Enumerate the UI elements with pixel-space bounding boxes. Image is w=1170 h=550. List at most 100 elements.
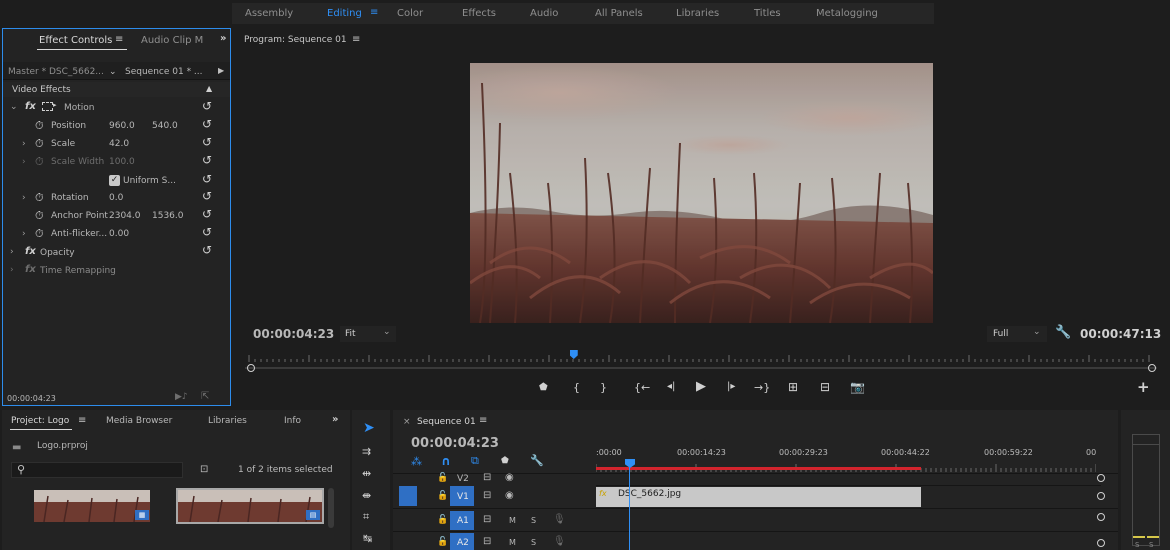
- collapse-up-icon[interactable]: ▲: [206, 84, 212, 93]
- stopwatch-icon[interactable]: ⏱: [35, 137, 44, 151]
- uniform-scale-checkbox[interactable]: ✓: [109, 175, 120, 186]
- lift-icon[interactable]: ⊞: [788, 381, 798, 393]
- project-search-input[interactable]: ⚲: [11, 462, 183, 478]
- timeline-clip[interactable]: fx DSC_5662.jpg: [596, 487, 921, 507]
- master-clip-selector[interactable]: Master * DSC_5662...: [8, 67, 104, 77]
- scale-value[interactable]: 42.0: [109, 139, 129, 149]
- anchor-y-value[interactable]: 1536.0: [152, 211, 184, 221]
- vertical-zoom-handle[interactable]: [1097, 492, 1105, 500]
- toggle-sync-icon[interactable]: ⊟: [483, 536, 491, 547]
- quality-dropdown[interactable]: Full ⌄: [987, 326, 1047, 342]
- reset-icon[interactable]: ↺: [202, 117, 212, 131]
- effect-controls-tab[interactable]: Effect Controls: [39, 35, 112, 46]
- track-select-tool-icon[interactable]: ⇉: [362, 446, 371, 457]
- workspace-tab-titles[interactable]: Titles: [754, 8, 781, 19]
- panel-menu-icon[interactable]: ≡: [78, 415, 86, 426]
- chevron-down-icon[interactable]: ⌄: [109, 67, 117, 77]
- step-forward-icon[interactable]: |▸: [727, 382, 735, 392]
- program-monitor-tab[interactable]: Program: Sequence 01: [244, 35, 347, 45]
- lock-icon[interactable]: 🔓: [437, 473, 448, 483]
- microphone-icon[interactable]: 🎙: [553, 536, 566, 547]
- reset-icon[interactable]: ↺: [202, 225, 212, 239]
- workspace-tab-assembly[interactable]: Assembly: [245, 8, 293, 19]
- sequence-tab[interactable]: Sequence 01: [417, 417, 476, 427]
- nest-toggle-icon[interactable]: ⁂: [411, 456, 422, 467]
- expand-chevron-icon[interactable]: ›: [22, 193, 26, 203]
- linked-selection-icon[interactable]: ⧉: [471, 455, 479, 466]
- vertical-zoom-handle[interactable]: [1097, 474, 1105, 482]
- project-thumbnail[interactable]: [34, 490, 150, 522]
- program-time-ruler[interactable]: [245, 350, 1157, 364]
- go-to-in-icon[interactable]: {←: [634, 382, 650, 393]
- expand-chevron-icon[interactable]: ›: [22, 139, 26, 149]
- timeline-timecode[interactable]: 00:00:04:23: [411, 436, 499, 451]
- play-arrow-icon[interactable]: ▶: [218, 66, 224, 75]
- program-timecode[interactable]: 00:00:04:23: [253, 327, 334, 341]
- panel-menu-icon[interactable]: ≡: [115, 34, 123, 45]
- solo-button[interactable]: S: [531, 538, 536, 547]
- workspace-menu-icon[interactable]: ≡: [370, 7, 378, 18]
- lock-icon[interactable]: 🔓: [437, 515, 448, 525]
- reset-icon[interactable]: ↺: [202, 153, 212, 167]
- stopwatch-icon[interactable]: ⏱: [35, 227, 44, 241]
- zoom-fit-dropdown[interactable]: Fit ⌄: [340, 326, 396, 342]
- position-y-value[interactable]: 540.0: [152, 121, 178, 131]
- position-x-value[interactable]: 960.0: [109, 121, 135, 131]
- play-audio-icon[interactable]: ▶♪: [175, 392, 188, 402]
- microphone-icon[interactable]: 🎙: [553, 514, 566, 525]
- track-label-a2[interactable]: A2: [457, 538, 469, 548]
- mark-in-icon[interactable]: {: [573, 382, 580, 393]
- workspace-tab-all-panels[interactable]: All Panels: [595, 8, 643, 19]
- slip-tool-icon[interactable]: ↹: [363, 533, 372, 544]
- mute-button[interactable]: M: [509, 538, 516, 547]
- workspace-tab-effects[interactable]: Effects: [462, 8, 496, 19]
- media-browser-tab[interactable]: Media Browser: [106, 416, 172, 426]
- track-label-a1[interactable]: A1: [457, 516, 469, 526]
- panel-menu-icon[interactable]: ≡: [352, 34, 360, 45]
- zoom-scroll-bar[interactable]: [245, 364, 1157, 372]
- project-thumbnail-selected[interactable]: [176, 488, 324, 524]
- add-marker-icon[interactable]: ⬟: [539, 383, 548, 393]
- mark-out-icon[interactable]: }: [600, 382, 607, 393]
- eye-icon[interactable]: ◉: [505, 472, 514, 483]
- stopwatch-icon[interactable]: ⏱: [35, 209, 44, 223]
- stopwatch-icon[interactable]: ⏱: [35, 191, 44, 205]
- reset-icon[interactable]: ↺: [202, 99, 212, 113]
- vertical-zoom-handle[interactable]: [1097, 539, 1105, 547]
- lock-icon[interactable]: 🔓: [437, 491, 448, 501]
- workspace-tab-editing[interactable]: Editing: [327, 8, 362, 19]
- stopwatch-icon[interactable]: ⏱: [35, 119, 44, 133]
- add-button-icon[interactable]: +: [1137, 380, 1150, 395]
- selection-tool-icon[interactable]: ➤: [363, 421, 375, 435]
- eye-icon[interactable]: ◉: [505, 490, 514, 501]
- reset-icon[interactable]: ↺: [202, 243, 212, 257]
- libraries-tab[interactable]: Libraries: [208, 416, 247, 426]
- effect-controls-timecode[interactable]: 00:00:04:23: [7, 394, 56, 403]
- reset-icon[interactable]: ↺: [202, 172, 212, 186]
- expand-chevron-icon[interactable]: ›: [10, 265, 14, 275]
- track-label-v2[interactable]: V2: [457, 474, 469, 484]
- rotation-value[interactable]: 0.0: [109, 193, 123, 203]
- add-marker-icon[interactable]: ⬟: [501, 457, 509, 466]
- mute-button[interactable]: M: [509, 516, 516, 525]
- rolling-edit-tool-icon[interactable]: ⇼: [362, 490, 371, 501]
- vertical-zoom-handle[interactable]: [1097, 513, 1105, 521]
- motion-expand-chevron[interactable]: ⌄: [10, 102, 18, 112]
- reset-icon[interactable]: ↺: [202, 135, 212, 149]
- reset-icon[interactable]: ↺: [202, 207, 212, 221]
- play-icon[interactable]: ▶: [696, 380, 706, 393]
- wrench-icon[interactable]: 🔧: [1055, 325, 1071, 340]
- expand-chevron-icon[interactable]: ›: [10, 247, 14, 257]
- workspace-tab-audio[interactable]: Audio: [530, 8, 558, 19]
- info-tab[interactable]: Info: [284, 416, 301, 426]
- audio-clip-mixer-tab[interactable]: Audio Clip M: [141, 35, 203, 46]
- expand-chevron-icon[interactable]: ›: [22, 229, 26, 239]
- solo-right-button[interactable]: S: [1149, 541, 1153, 549]
- snap-magnet-icon[interactable]: ∩: [441, 455, 451, 467]
- razor-tool-icon[interactable]: ⌗: [363, 511, 369, 522]
- extract-icon[interactable]: ⊟: [820, 381, 830, 393]
- panel-menu-icon[interactable]: ≡: [479, 415, 487, 426]
- toggle-sync-icon[interactable]: ⊟: [483, 514, 491, 525]
- project-scrollbar[interactable]: [328, 488, 334, 528]
- zoom-left-handle[interactable]: [247, 364, 255, 372]
